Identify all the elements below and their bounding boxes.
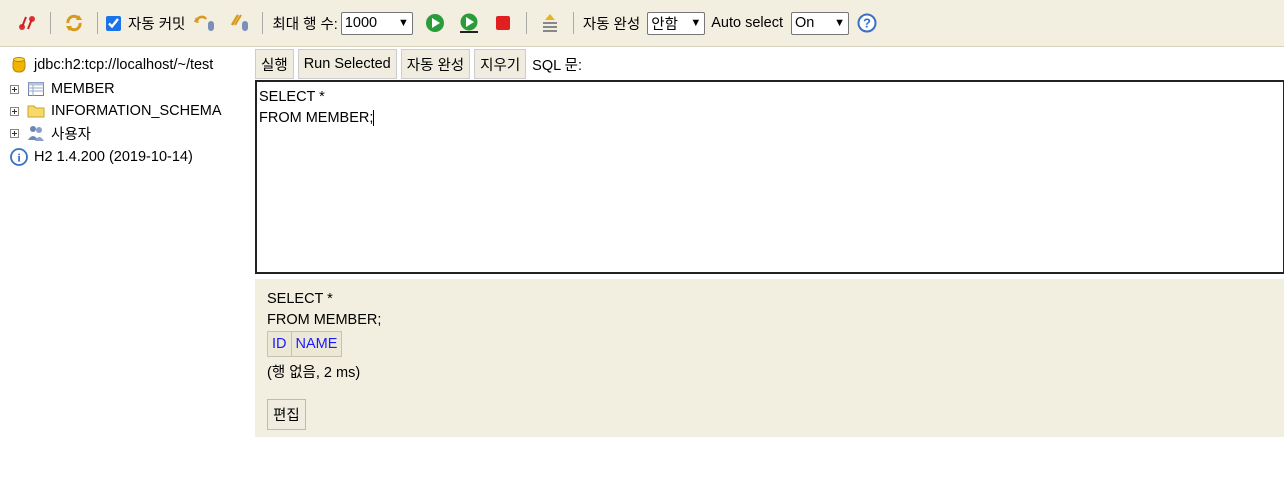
- column-header-name[interactable]: NAME: [290, 331, 343, 357]
- chevron-down-icon: ▼: [690, 17, 702, 29]
- auto-commit-checkbox[interactable]: [106, 15, 121, 31]
- column-header-id[interactable]: ID: [267, 331, 292, 357]
- toolbar-separator: [97, 12, 98, 34]
- auto-commit-label: 자동 커밋: [128, 16, 186, 33]
- database-icon: [10, 56, 28, 74]
- autocomplete-value: 안함: [651, 16, 678, 33]
- tree-item-label: MEMBER: [51, 81, 115, 97]
- result-panel: SELECT * FROM MEMBER; ID NAME (행 없음, 2 m…: [255, 279, 1284, 437]
- autocomplete-select[interactable]: 안함 ▼: [647, 11, 706, 35]
- tree-connection[interactable]: jdbc:h2:tcp://localhost/~/test: [10, 55, 213, 75]
- toolbar-separator: [572, 12, 574, 34]
- stop-icon[interactable]: [491, 11, 515, 35]
- expand-icon[interactable]: [10, 128, 19, 138]
- schema-tree: jdbc:h2:tcp://localhost/~/test MEMBER IN…: [0, 48, 255, 437]
- tree-item-label: 사용자: [51, 126, 92, 143]
- run-selected-button[interactable]: Run Selected: [297, 49, 397, 79]
- panel-divider: [0, 248, 3, 485]
- result-status: (행 없음, 2 ms): [267, 365, 361, 381]
- connection-url: jdbc:h2:tcp://localhost/~/test: [34, 57, 214, 73]
- chevron-down-icon: ▼: [834, 17, 845, 29]
- rollback-icon[interactable]: [227, 11, 251, 35]
- editor-line: FROM MEMBER;: [259, 108, 1281, 129]
- auto-select-value: On: [794, 15, 815, 31]
- expand-icon[interactable]: [10, 106, 19, 116]
- result-query-line: SELECT *: [267, 291, 333, 307]
- tree-item-label: INFORMATION_SCHEMA: [51, 103, 222, 119]
- auto-commit-toggle[interactable]: 자동 커밋: [106, 13, 188, 34]
- max-rows-label: 최대 행 수:: [272, 16, 338, 33]
- tree-item-information-schema[interactable]: INFORMATION_SCHEMA: [10, 101, 222, 121]
- chevron-down-icon: ▼: [397, 17, 409, 29]
- edit-button[interactable]: 편집: [267, 399, 306, 430]
- run-selected-icon[interactable]: [457, 11, 481, 35]
- clear-button[interactable]: 지우기: [474, 49, 527, 79]
- run-icon[interactable]: [423, 11, 447, 35]
- table-icon: [27, 80, 45, 98]
- editor-line-text: FROM MEMBER;: [259, 110, 374, 126]
- tree-item-member[interactable]: MEMBER: [10, 79, 115, 99]
- history-icon[interactable]: [538, 11, 562, 35]
- commit-icon[interactable]: [193, 11, 217, 35]
- run-button[interactable]: 실행: [255, 49, 294, 79]
- autocomplete-label: 자동 완성: [582, 16, 641, 33]
- expand-icon[interactable]: [10, 84, 19, 94]
- tree-item-users[interactable]: 사용자: [10, 123, 91, 143]
- help-icon[interactable]: ?: [855, 11, 879, 35]
- max-rows-value: 1000: [344, 15, 378, 31]
- auto-select-select[interactable]: On ▼: [790, 11, 849, 35]
- toolbar-separator: [50, 12, 51, 34]
- svg-text:?: ?: [863, 16, 871, 31]
- toolbar: 자동 커밋 최대 행 수: 1000 ▼ 자동 완성 안함 ▼ Auto sel…: [0, 0, 1284, 47]
- max-rows-select[interactable]: 1000 ▼: [340, 11, 413, 35]
- sql-toolbar: 실행 Run Selected 자동 완성 지우기 SQL 문:: [255, 48, 582, 80]
- result-query-line: FROM MEMBER;: [267, 312, 382, 328]
- tree-version: i H2 1.4.200 (2019-10-14): [10, 147, 193, 167]
- disconnect-icon[interactable]: [15, 11, 39, 35]
- sql-editor[interactable]: SELECT * FROM MEMBER;: [255, 80, 1284, 274]
- sql-statement-label: SQL 문:: [532, 57, 583, 74]
- editor-line: SELECT *: [259, 89, 325, 105]
- toolbar-separator: [525, 12, 527, 34]
- info-icon: i: [10, 148, 28, 166]
- folder-icon: [27, 102, 45, 120]
- auto-select-label: Auto select: [711, 15, 783, 31]
- result-table: ID NAME: [267, 331, 343, 357]
- autocomplete-button[interactable]: 자동 완성: [400, 49, 471, 79]
- version-label: H2 1.4.200 (2019-10-14): [34, 149, 193, 165]
- toolbar-separator: [262, 12, 264, 34]
- refresh-icon[interactable]: [62, 11, 86, 35]
- result-header-row: ID NAME: [267, 331, 343, 357]
- users-icon: [27, 124, 45, 142]
- text-caret: [373, 110, 375, 127]
